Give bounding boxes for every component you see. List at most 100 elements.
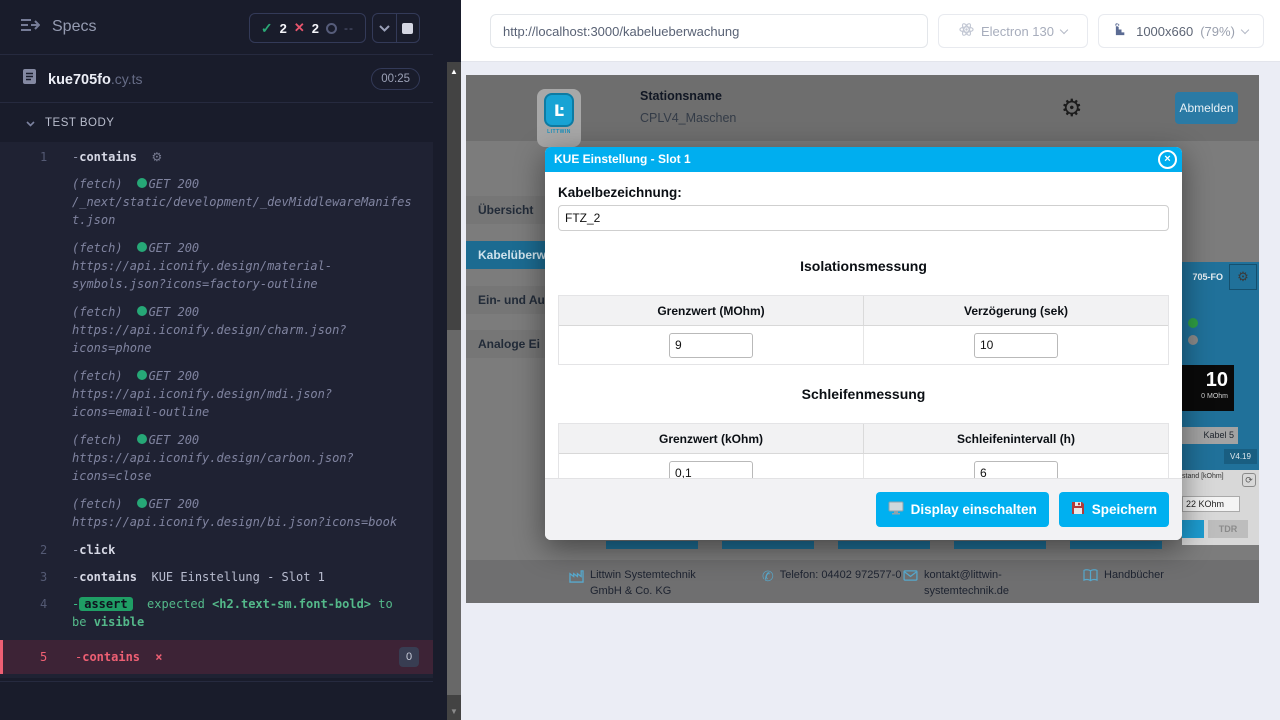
nav-item-analoge-eingaenge[interactable]: Analoge Ei (466, 330, 545, 358)
close-icon[interactable]: × (1158, 150, 1177, 169)
command-contains-1[interactable]: 1 -contains ⚙ (0, 148, 433, 166)
fetch-request-4[interactable]: (fetch)GET 200 https://api.iconify.desig… (0, 367, 433, 421)
reporter-scrollbar[interactable]: ▲ ▼ (447, 62, 461, 720)
floppy-disk-icon (1071, 501, 1085, 518)
email-icon (903, 569, 918, 599)
status-dot-icon (137, 178, 147, 188)
failed-icon: ✕ (294, 20, 305, 36)
command-contains-3[interactable]: 3 -contains KUE Einstellung - Slot 1 (0, 568, 433, 586)
assert-badge: assert (79, 597, 132, 611)
spec-duration-badge: 00:25 (371, 68, 420, 90)
command-assert[interactable]: 4 -assert expected <h2.text-sm.font-bold… (0, 595, 433, 631)
card-gear-icon[interactable]: ⚙ (1229, 264, 1257, 290)
fetch-request-1[interactable]: (fetch)GET 200 /_next/static/development… (0, 175, 433, 229)
company-name: Littwin Systemtechnik GmbH & Co. KG (590, 567, 721, 599)
save-button[interactable]: Speichern (1059, 492, 1169, 527)
fetch-request-2[interactable]: (fetch)GET 200 https://api.iconify.desig… (0, 239, 433, 293)
pending-count: -- (344, 21, 354, 35)
book-icon (1083, 569, 1098, 586)
fetch-request-6[interactable]: (fetch)GET 200 https://api.iconify.desig… (0, 495, 433, 531)
browser-name: Electron 130 (981, 24, 1054, 39)
pending-icon (326, 23, 337, 34)
isolation-delay-input[interactable] (974, 333, 1058, 358)
column-header: Grenzwert (kOhm) (559, 424, 863, 453)
monitor-icon (888, 501, 904, 518)
scroll-down-icon[interactable]: ▼ (447, 704, 461, 718)
spec-file-row[interactable]: kue705fo.cy.ts 00:25 (0, 56, 433, 103)
loop-value: 22 KOhm (1182, 496, 1240, 512)
app-viewport: Stationsname CPLV4_Maschen ⚙ Abmelden Ŀ … (466, 75, 1259, 603)
fetch-url: /_next/static/development/_devMiddleware… (72, 195, 412, 227)
command-click[interactable]: 2 -click (0, 541, 433, 559)
electron-icon (959, 22, 974, 40)
manuals-link[interactable]: Handbücher (1104, 567, 1164, 586)
command-argument: KUE Einstellung - Slot 1 (151, 570, 324, 584)
phone-number: Telefon: 04402 972577-0 (780, 567, 902, 585)
spec-file-icon (22, 68, 37, 90)
viewport-size-select[interactable]: 1000x660 (79%) (1098, 14, 1264, 48)
specs-list-toggle[interactable] (20, 17, 40, 38)
fetch-url: https://api.iconify.design/charm.json?ic… (72, 323, 347, 355)
loop-section-title: Schleifenmessung (558, 386, 1169, 402)
measure-button[interactable] (1182, 520, 1204, 538)
logout-button[interactable]: Abmelden (1175, 92, 1238, 124)
status-dot-icon (137, 434, 147, 444)
command-log-end (0, 681, 433, 720)
fetch-url: https://api.iconify.design/material-symb… (72, 259, 332, 291)
isolation-limit-input[interactable] (669, 333, 753, 358)
test-body-section[interactable]: TEST BODY (0, 104, 433, 142)
contact-email[interactable]: kontakt@littwin-systemtechnik.de (924, 567, 1023, 599)
command-number: 5 (3, 648, 55, 666)
fetch-request-5[interactable]: (fetch)GET 200 https://api.iconify.desig… (0, 431, 433, 485)
cable-designation-label: Kabelbezeichnung: (558, 185, 1169, 200)
spec-extension: .cy.ts (111, 71, 143, 87)
command-contains-failed[interactable]: 5 -contains × 0 (0, 640, 433, 674)
test-body-label: TEST BODY (45, 117, 114, 129)
fetch-url: https://api.iconify.design/bi.json?icons… (72, 515, 397, 529)
station-name: CPLV4_Maschen (640, 111, 736, 125)
app-footer: Littwin Systemtechnik GmbH & Co. KG ✆ Te… (466, 560, 1259, 603)
run-stats: ✓ 2 ✕ 2 -- (249, 13, 366, 43)
refresh-icon[interactable]: ⟳ (1242, 473, 1256, 487)
command-number: 1 (0, 148, 52, 166)
command-number: 2 (0, 541, 52, 559)
chevron-down-icon (1060, 25, 1068, 33)
scroll-up-icon[interactable]: ▲ (447, 64, 461, 78)
collapse-button[interactable] (373, 14, 396, 42)
stop-icon (402, 23, 413, 34)
column-header: Schleifenintervall (h) (863, 424, 1168, 453)
run-controls (372, 13, 420, 43)
column-header: Grenzwert (MOhm) (559, 296, 863, 325)
cypress-reporter: Specs ✓ 2 ✕ 2 -- kue705fo.cy.ts 00:25 TE… (0, 0, 461, 720)
chevron-down-icon (1241, 25, 1249, 33)
aut-panel: Electron 130 1000x660 (79%) Stationsname… (461, 0, 1280, 720)
phone-icon: ✆ (762, 569, 774, 585)
chevron-down-icon (26, 114, 35, 132)
browser-select[interactable]: Electron 130 (938, 14, 1088, 48)
passed-count: 2 (280, 21, 287, 36)
url-input[interactable] (490, 14, 928, 48)
passed-icon: ✓ (261, 20, 273, 37)
nav-item-kabelueberwachung[interactable]: Kabelüberw (466, 241, 545, 269)
scrollbar-thumb[interactable] (447, 330, 461, 695)
isolation-section-title: Isolationsmessung (558, 258, 1169, 274)
fetch-request-3[interactable]: (fetch)GET 200 https://api.iconify.desig… (0, 303, 433, 357)
nav-item-ein-und-ausgaenge[interactable]: Ein- und Au (466, 286, 545, 314)
nav-item-uebersicht[interactable]: Übersicht (466, 196, 545, 224)
specs-title: Specs (52, 18, 96, 36)
company-logo: Ŀ LITTWIN (537, 89, 581, 147)
cable-designation-input[interactable] (558, 205, 1169, 231)
tdr-button[interactable]: TDR (1208, 520, 1248, 538)
spec-name: kue705fo.cy.ts (48, 71, 143, 88)
retry-count-badge: 0 (399, 647, 419, 667)
settings-gear-icon[interactable]: ⚙ (1061, 96, 1083, 120)
command-log: 1 -contains ⚙ (fetch)GET 200 /_next/stat… (0, 142, 433, 678)
status-dot-icon (137, 498, 147, 508)
fetch-url: https://api.iconify.design/carbon.json?i… (72, 451, 354, 483)
display-on-button[interactable]: Display einschalten (876, 492, 1049, 527)
stop-button[interactable] (397, 14, 420, 42)
specs-menu-icon (20, 17, 40, 38)
modal-titlebar: KUE Einstellung - Slot 1 (545, 147, 1182, 172)
command-number: 3 (0, 568, 52, 586)
factory-icon (569, 569, 584, 599)
